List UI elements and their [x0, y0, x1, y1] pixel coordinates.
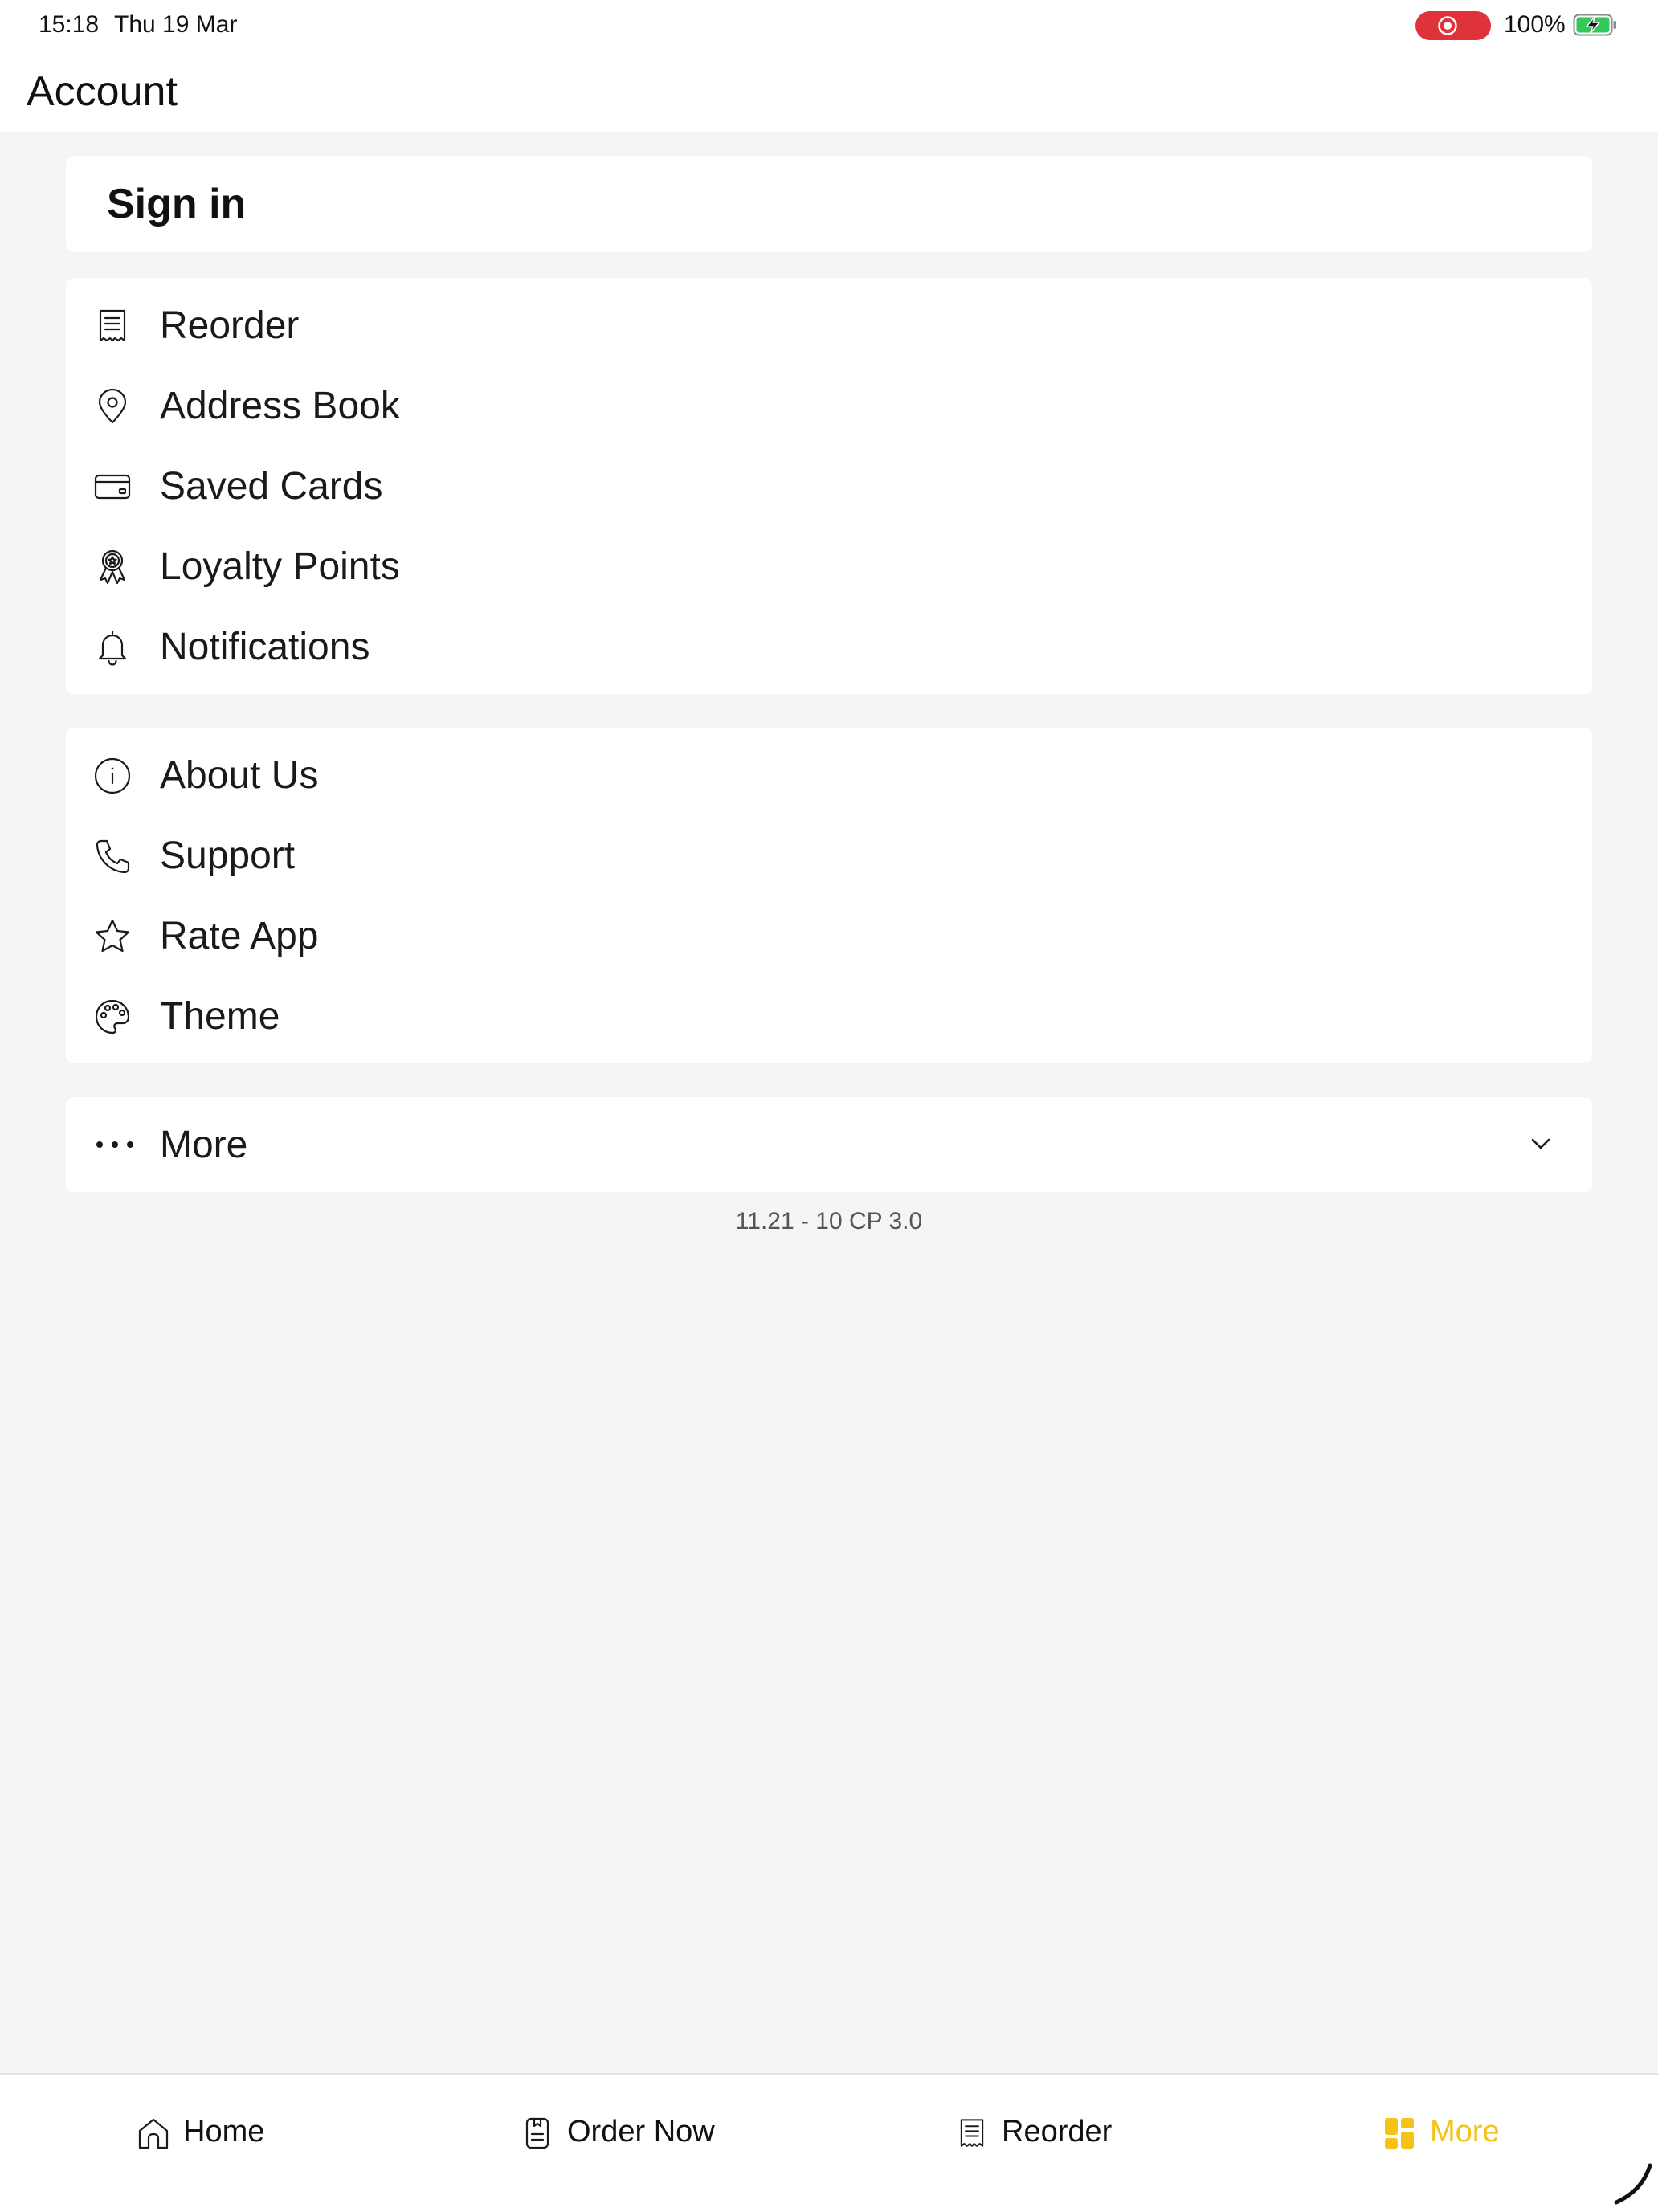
menu-item-loyalty-points[interactable]: Loyalty Points — [66, 525, 1592, 606]
menu-item-support[interactable]: Support — [66, 814, 1592, 895]
app-version: 11.21 - 10 CP 3.0 — [735, 1208, 923, 1235]
tab-label: Reorder — [1002, 2115, 1113, 2149]
more-section-label: More — [160, 1124, 248, 1166]
sign-in-button[interactable]: Sign in — [66, 156, 1592, 252]
home-indicator[interactable] — [1611, 2159, 1655, 2207]
menu-item-theme[interactable]: Theme — [66, 975, 1592, 1055]
record-icon — [1438, 16, 1457, 35]
menu-item-label: Support — [160, 835, 296, 877]
menu-item-address-book[interactable]: Address Book — [66, 365, 1592, 445]
ellipsis-icon — [96, 1141, 133, 1148]
receipt-icon — [99, 309, 126, 342]
screen-recording-indicator[interactable] — [1415, 11, 1491, 40]
page-title: Account — [27, 68, 178, 115]
menu-item-saved-cards[interactable]: Saved Cards — [66, 445, 1592, 525]
menu-item-label: Reorder — [160, 304, 300, 347]
credit-card-icon — [94, 474, 131, 500]
battery-charging-icon — [1573, 14, 1616, 36]
menu-item-label: Theme — [160, 995, 280, 1038]
award-ribbon-icon — [99, 549, 126, 585]
tab-label: Home — [183, 2115, 265, 2149]
bottom-tab-bar: Home Order Now Reorder More — [0, 2073, 1658, 2212]
receipt-icon — [960, 2119, 984, 2147]
page-header: Account — [0, 51, 1658, 132]
status-bar: 15:18 Thu 19 Mar 100% — [0, 0, 1658, 51]
palette-icon — [95, 999, 130, 1035]
info-icon — [94, 757, 131, 794]
tab-label: More — [1430, 2115, 1500, 2149]
menu-item-label: Notifications — [160, 626, 370, 668]
battery-percent: 100% — [1504, 11, 1566, 38]
menu-item-reorder[interactable]: Reorder — [66, 284, 1592, 365]
menu-item-label: Rate App — [160, 915, 319, 957]
phone-icon — [96, 839, 130, 874]
star-icon — [95, 919, 130, 953]
account-menu-card: Reorder Address Book Saved Cards Loyalty… — [66, 278, 1592, 694]
sign-in-label: Sign in — [107, 181, 247, 227]
info-menu-card: About Us Support Rate App Theme — [66, 728, 1592, 1063]
status-time: 15:18 — [39, 11, 100, 38]
bell-icon — [98, 630, 127, 666]
menu-item-notifications[interactable]: Notifications — [66, 606, 1592, 686]
status-date: Thu 19 Mar — [114, 11, 238, 38]
menu-item-label: Loyalty Points — [160, 545, 400, 588]
menu-booklet-icon — [525, 2117, 549, 2149]
menu-item-rate-app[interactable]: Rate App — [66, 895, 1592, 975]
tab-label: Order Now — [567, 2115, 715, 2149]
grid-icon — [1385, 2118, 1414, 2149]
menu-item-label: About Us — [160, 754, 319, 797]
menu-item-label: Address Book — [160, 385, 400, 427]
location-pin-icon — [98, 388, 127, 424]
menu-item-label: Saved Cards — [160, 465, 383, 508]
menu-item-about-us[interactable]: About Us — [66, 734, 1592, 814]
more-section-toggle[interactable]: More — [66, 1097, 1592, 1192]
home-icon — [138, 2118, 169, 2149]
chevron-down-icon — [1531, 1138, 1550, 1149]
